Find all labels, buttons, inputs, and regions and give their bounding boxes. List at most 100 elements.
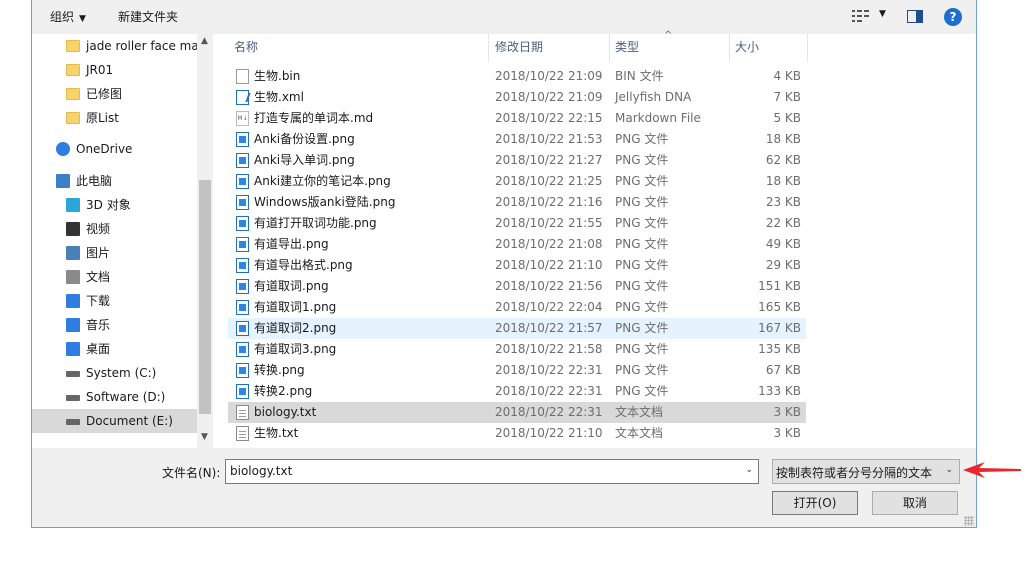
file-list: 名称 修改日期 类型 ^ 大小 生物.bin 2018/10/22 21:09 BI…	[228, 30, 976, 448]
column-divider[interactable]	[807, 34, 808, 62]
nav-item[interactable]: 此电脑	[32, 169, 197, 193]
nav-item[interactable]: 文档	[32, 265, 197, 289]
file-size: 7 KB	[773, 90, 801, 104]
nav-item[interactable]: Document (E:)	[32, 409, 197, 433]
filename-value: biology.txt	[230, 464, 293, 478]
file-row[interactable]: 有道导出格式.png 2018/10/22 21:10 PNG 文件 29 KB	[228, 255, 806, 276]
sort-ascending-icon: ^	[664, 30, 673, 41]
drive-icon	[66, 419, 80, 425]
file-name: 有道导出.png	[254, 237, 329, 251]
png-file-icon	[236, 195, 249, 210]
file-row[interactable]: Anki备份设置.png 2018/10/22 21:53 PNG 文件 18 KB	[228, 129, 806, 150]
file-name: 生物.xml	[254, 90, 304, 104]
preview-pane-icon[interactable]	[907, 10, 923, 23]
toolbar: 组织 ▼ 新建文件夹 ▼ ?	[32, 0, 976, 34]
drive-icon	[66, 395, 80, 401]
png-file-icon	[236, 363, 249, 378]
file-row[interactable]: 有道打开取词功能.png 2018/10/22 21:55 PNG 文件 22 KB	[228, 213, 806, 234]
file-size: 67 KB	[765, 363, 801, 377]
resize-grip-icon[interactable]	[964, 516, 974, 526]
column-header-size[interactable]: 大小	[729, 34, 807, 62]
nav-item[interactable]: Software (D:)	[32, 385, 197, 409]
view-dropdown-icon[interactable]: ▼	[879, 9, 886, 19]
file-date: 2018/10/22 21:57	[495, 321, 603, 335]
file-date: 2018/10/22 22:31	[495, 363, 603, 377]
file-size: 151 KB	[758, 279, 801, 293]
drive-icon	[66, 371, 80, 377]
file-row[interactable]: biology.txt 2018/10/22 22:31 文本文档 3 KB	[228, 402, 806, 423]
nav-item-label: 桌面	[86, 342, 111, 356]
bin-file-icon	[236, 69, 249, 84]
file-row[interactable]: 转换.png 2018/10/22 22:31 PNG 文件 67 KB	[228, 360, 806, 381]
nav-item-label: 视频	[86, 222, 111, 236]
nav-item-label: Document (E:)	[86, 414, 173, 428]
file-date: 2018/10/22 21:25	[495, 174, 603, 188]
documents-icon	[66, 270, 80, 284]
chevron-down-icon[interactable]: ⌄	[745, 465, 753, 475]
png-file-icon	[236, 279, 249, 294]
help-icon[interactable]: ?	[944, 8, 962, 26]
nav-item[interactable]: 图片	[32, 241, 197, 265]
file-row[interactable]: Windows版anki登陆.png 2018/10/22 21:16 PNG 文件…	[228, 192, 806, 213]
column-header-name[interactable]: 名称	[228, 34, 488, 62]
nav-item[interactable]: jade roller face ma	[32, 34, 197, 58]
computer-icon	[56, 174, 70, 188]
file-type: 文本文档	[615, 405, 664, 419]
file-open-dialog: 组织 ▼ 新建文件夹 ▼ ? jade roller face ma JR01 已修图…	[31, 0, 977, 528]
file-row[interactable]: 有道取词3.png 2018/10/22 21:58 PNG 文件 135 KB	[228, 339, 806, 360]
file-size: 23 KB	[765, 195, 801, 209]
file-date: 2018/10/22 21:56	[495, 279, 603, 293]
file-type: PNG 文件	[615, 258, 669, 272]
nav-item[interactable]: System (C:)	[32, 361, 197, 385]
xml-file-icon	[236, 90, 249, 105]
organize-button[interactable]: 组织 ▼	[50, 8, 86, 25]
file-name: 有道取词1.png	[254, 300, 337, 314]
open-button[interactable]: 打开(O)	[772, 491, 858, 515]
nav-item[interactable]: 视频	[32, 217, 197, 241]
filename-label: 文件名(N):	[162, 466, 221, 480]
file-size: 3 KB	[773, 426, 801, 440]
column-header-date[interactable]: 修改日期	[489, 34, 609, 62]
new-folder-button[interactable]: 新建文件夹	[118, 8, 178, 25]
scroll-thumb[interactable]	[199, 180, 211, 414]
view-options-icon[interactable]	[852, 9, 870, 23]
nav-item[interactable]: 已修图	[32, 82, 197, 106]
nav-item[interactable]: 原List	[32, 106, 197, 130]
png-file-icon	[236, 132, 249, 147]
chevron-up-icon[interactable]: ▲	[201, 36, 208, 46]
file-size: 22 KB	[765, 216, 801, 230]
file-row[interactable]: 生物.bin 2018/10/22 21:09 BIN 文件 4 KB	[228, 66, 806, 87]
file-size: 4 KB	[773, 69, 801, 83]
file-row[interactable]: 生物.txt 2018/10/22 21:10 文本文档 3 KB	[228, 423, 806, 444]
file-row[interactable]: Anki导入单词.png 2018/10/22 21:27 PNG 文件 62 KB	[228, 150, 806, 171]
nav-item[interactable]: 3D 对象	[32, 193, 197, 217]
file-row[interactable]: M↓ 打造专属的单词本.md 2018/10/22 22:15 Markdown Fi…	[228, 108, 806, 129]
folder-icon	[66, 88, 80, 100]
cancel-button[interactable]: 取消	[872, 491, 958, 515]
nav-item-label: 文档	[86, 270, 111, 284]
file-row[interactable]: 转换2.png 2018/10/22 22:31 PNG 文件 133 KB	[228, 381, 806, 402]
file-date: 2018/10/22 22:15	[495, 111, 603, 125]
file-row[interactable]: 有道导出.png 2018/10/22 21:08 PNG 文件 49 KB	[228, 234, 806, 255]
file-size: 135 KB	[758, 342, 801, 356]
file-type: Jellyfish DNA	[615, 90, 692, 104]
file-row[interactable]: 有道取词2.png 2018/10/22 21:57 PNG 文件 167 KB	[228, 318, 806, 339]
file-date: 2018/10/22 21:27	[495, 153, 603, 167]
nav-item-label: 音乐	[86, 318, 111, 332]
nav-scrollbar[interactable]: ▲ ▼	[197, 34, 213, 448]
nav-item[interactable]: 下载	[32, 289, 197, 313]
nav-item-label: OneDrive	[76, 142, 133, 156]
filename-input[interactable]: biology.txt ⌄	[225, 459, 759, 484]
nav-item[interactable]: 桌面	[32, 337, 197, 361]
nav-item[interactable]: OneDrive	[32, 137, 197, 161]
chevron-down-icon[interactable]: ▼	[201, 432, 208, 442]
file-row[interactable]: 有道取词.png 2018/10/22 21:56 PNG 文件 151 KB	[228, 276, 806, 297]
file-type: 文本文档	[615, 426, 664, 440]
file-type-filter[interactable]: 按制表符或者分号分隔的文本 ⌄	[772, 459, 960, 484]
nav-item[interactable]: 音乐	[32, 313, 197, 337]
nav-item-label: jade roller face ma	[86, 39, 197, 53]
nav-item[interactable]: JR01	[32, 58, 197, 82]
file-row[interactable]: 生物.xml 2018/10/22 21:09 Jellyfish DNA 7 KB	[228, 87, 806, 108]
file-row[interactable]: Anki建立你的笔记本.png 2018/10/22 21:25 PNG 文件 18 …	[228, 171, 806, 192]
file-row[interactable]: 有道取词1.png 2018/10/22 22:04 PNG 文件 165 KB	[228, 297, 806, 318]
